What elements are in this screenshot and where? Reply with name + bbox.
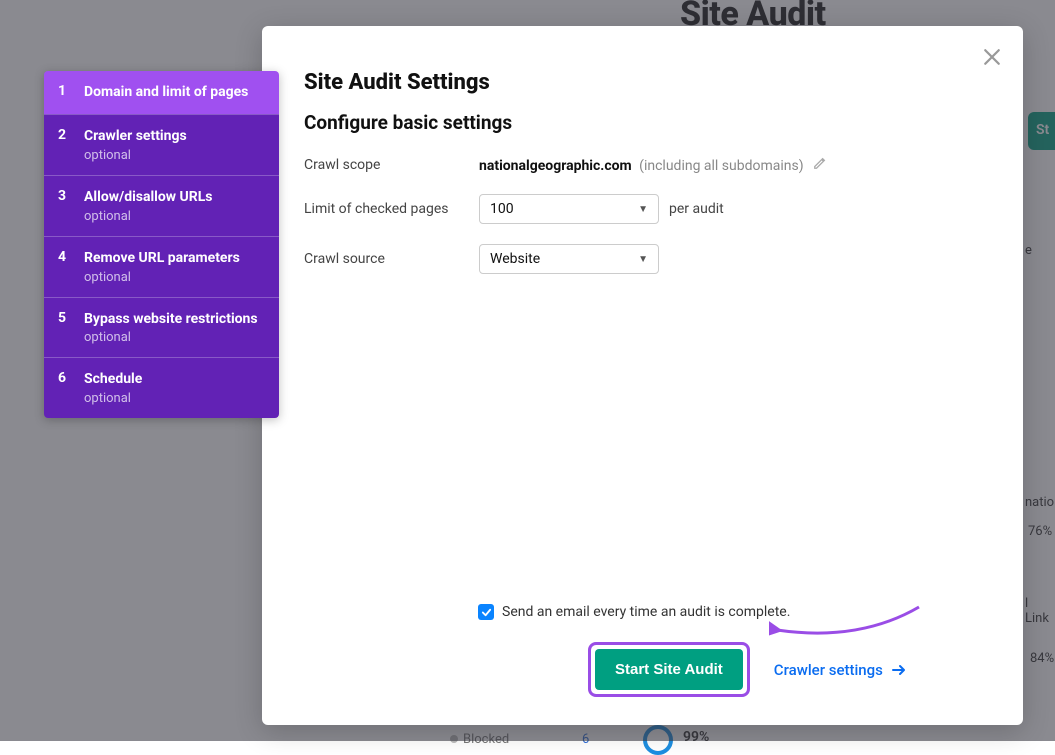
limit-pages-value: 100 bbox=[490, 201, 514, 217]
step-bypass-restrictions[interactable]: 5 Bypass website restrictions optional bbox=[44, 297, 279, 358]
step-number: 5 bbox=[58, 310, 84, 346]
step-optional: optional bbox=[84, 330, 265, 345]
close-icon[interactable] bbox=[983, 48, 1001, 66]
step-label: Remove URL parameters bbox=[84, 249, 265, 268]
step-crawler-settings[interactable]: 2 Crawler settings optional bbox=[44, 114, 279, 175]
chevron-down-icon: ▼ bbox=[638, 204, 648, 215]
limit-pages-select[interactable]: 100 ▼ bbox=[479, 194, 659, 224]
crawl-scope-domain: nationalgeographic.com bbox=[479, 158, 632, 174]
crawl-scope-row: Crawl scope nationalgeographic.com (incl… bbox=[304, 156, 981, 174]
crawl-source-select[interactable]: Website ▼ bbox=[479, 244, 659, 274]
crawler-settings-text: Crawler settings bbox=[774, 661, 883, 679]
step-domain-limit[interactable]: 1 Domain and limit of pages bbox=[44, 71, 279, 114]
limit-pages-row: Limit of checked pages 100 ▼ per audit bbox=[304, 194, 981, 224]
step-label: Schedule bbox=[84, 370, 265, 389]
settings-step-sidebar: 1 Domain and limit of pages 2 Crawler se… bbox=[44, 71, 279, 418]
arrow-annotation-icon bbox=[769, 602, 929, 652]
step-optional: optional bbox=[84, 270, 265, 285]
start-site-audit-button[interactable]: Start Site Audit bbox=[595, 649, 743, 690]
step-number: 2 bbox=[58, 127, 84, 163]
step-label: Bypass website restrictions bbox=[84, 310, 265, 329]
limit-pages-suffix: per audit bbox=[669, 201, 724, 217]
arrow-right-icon bbox=[891, 662, 907, 678]
crawl-source-row: Crawl source Website ▼ bbox=[304, 244, 981, 274]
crawl-source-label: Crawl source bbox=[304, 251, 479, 267]
step-schedule[interactable]: 6 Schedule optional bbox=[44, 357, 279, 418]
step-number: 3 bbox=[58, 188, 84, 224]
modal-footer: Send an email every time an audit is com… bbox=[304, 604, 981, 697]
step-label: Crawler settings bbox=[84, 127, 265, 146]
crawl-source-value: Website bbox=[490, 251, 540, 267]
modal-subtitle: Configure basic settings bbox=[304, 111, 981, 134]
site-audit-settings-modal: Site Audit Settings Configure basic sett… bbox=[262, 26, 1023, 725]
step-optional: optional bbox=[84, 391, 265, 406]
step-optional: optional bbox=[84, 209, 265, 224]
step-number: 4 bbox=[58, 249, 84, 285]
pencil-icon[interactable] bbox=[813, 156, 827, 170]
email-notify-checkbox[interactable] bbox=[478, 604, 494, 620]
crawl-scope-label: Crawl scope bbox=[304, 157, 479, 173]
step-label: Domain and limit of pages bbox=[84, 83, 265, 102]
step-number: 1 bbox=[58, 83, 84, 102]
modal-title: Site Audit Settings bbox=[304, 70, 981, 95]
step-number: 6 bbox=[58, 370, 84, 406]
crawler-settings-link[interactable]: Crawler settings bbox=[774, 661, 907, 679]
chevron-down-icon: ▼ bbox=[638, 254, 648, 265]
limit-pages-label: Limit of checked pages bbox=[304, 201, 479, 217]
step-remove-url-params[interactable]: 4 Remove URL parameters optional bbox=[44, 236, 279, 297]
step-allow-disallow-urls[interactable]: 3 Allow/disallow URLs optional bbox=[44, 175, 279, 236]
start-audit-highlight: Start Site Audit bbox=[588, 642, 750, 697]
step-optional: optional bbox=[84, 148, 265, 163]
crawl-scope-note: (including all subdomains) bbox=[639, 158, 803, 174]
step-label: Allow/disallow URLs bbox=[84, 188, 265, 207]
email-notify-label: Send an email every time an audit is com… bbox=[502, 604, 790, 620]
